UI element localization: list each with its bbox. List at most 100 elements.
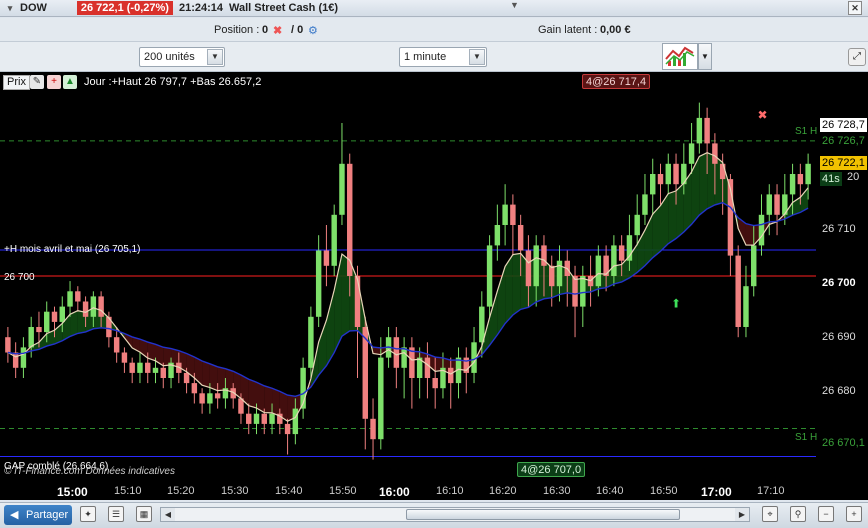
- candle: [308, 316, 314, 368]
- candle: [354, 276, 361, 327]
- share-label: Partager: [26, 509, 69, 521]
- zoom-fit-icon[interactable]: ⚲: [790, 506, 806, 522]
- candle: [199, 393, 205, 404]
- chart-type-icon: [665, 46, 695, 66]
- candle: [805, 163, 811, 185]
- candle: [207, 393, 213, 404]
- settings-gear-icon[interactable]: ⚙: [308, 24, 318, 37]
- time-tick: 17:00: [701, 485, 732, 499]
- candle: [253, 413, 260, 424]
- ema-band: [668, 190, 677, 244]
- candle: [673, 163, 679, 185]
- candle: [75, 291, 81, 302]
- gain-value: 0,00 €: [600, 24, 631, 36]
- zoom-in-icon[interactable]: +: [846, 506, 862, 522]
- drop-arrow-icon[interactable]: ▼: [510, 0, 519, 10]
- candle: [665, 163, 671, 185]
- candlestick-plot[interactable]: ✖⬆: [0, 72, 816, 480]
- chevron-down-icon[interactable]: ▼: [469, 49, 485, 65]
- candle: [611, 245, 617, 276]
- level-label: 26 700: [4, 272, 35, 283]
- up-arrow-icon[interactable]: ▲: [63, 75, 77, 89]
- table-icon[interactable]: ☰: [108, 506, 124, 522]
- grid-icon[interactable]: ▦: [136, 506, 152, 522]
- symbol-name[interactable]: DOW: [20, 2, 47, 14]
- ema-band: [217, 366, 226, 391]
- price-chart[interactable]: ✖ ⬆: [0, 72, 868, 480]
- candle: [393, 337, 400, 368]
- share-button[interactable]: ◀ Partager: [4, 505, 72, 525]
- candle: [634, 214, 640, 236]
- candle: [12, 352, 19, 368]
- candle: [766, 194, 772, 215]
- s1-top-label: S1 H: [795, 126, 818, 137]
- close-icon[interactable]: ✕: [848, 1, 862, 15]
- candle: [572, 276, 578, 307]
- ema-band: [248, 379, 257, 409]
- units-select[interactable]: 200 unités ▼: [139, 47, 225, 67]
- position-bar: Position : 0 ✖ / 0 ⚙ Gain latent : 0,00 …: [0, 18, 868, 42]
- time-tick: 16:00: [379, 485, 410, 499]
- ema-band: [70, 310, 78, 337]
- candle: [191, 383, 198, 394]
- candle: [751, 245, 757, 287]
- ema-slow-line: [7, 201, 809, 397]
- price-tick: 26 670,1: [820, 436, 867, 450]
- crop-icon[interactable]: ⌖: [762, 506, 778, 522]
- buy-order-tag[interactable]: 4@26 707,0: [517, 462, 586, 477]
- candle: [183, 372, 190, 384]
- ema-band: [272, 388, 280, 417]
- scroll-left-icon[interactable]: ◀: [161, 508, 175, 521]
- wrench-icon[interactable]: ✎: [30, 75, 44, 89]
- candle: [284, 423, 291, 435]
- time-tick: 16:50: [650, 485, 678, 497]
- add-red-icon[interactable]: +: [47, 75, 61, 89]
- chart-type-button[interactable]: [662, 43, 698, 70]
- interval-select[interactable]: 1 minute ▼: [399, 47, 487, 67]
- price-tick: 26 728,7: [820, 118, 867, 132]
- scroll-thumb[interactable]: [406, 509, 680, 520]
- ema-band: [745, 223, 754, 246]
- time-tick: 15:10: [114, 485, 142, 497]
- candle: [580, 276, 586, 307]
- prix-button[interactable]: Prix: [3, 75, 30, 90]
- time-tick: 15:50: [329, 485, 357, 497]
- candle: [160, 367, 166, 378]
- ema-band: [691, 156, 700, 225]
- collapse-chevron-icon[interactable]: ▾: [0, 3, 20, 14]
- position-value: 0: [262, 24, 269, 36]
- candle: [432, 378, 438, 389]
- horizontal-scrollbar[interactable]: ◀ ▶: [160, 507, 750, 522]
- time-tick: 15:30: [221, 485, 249, 497]
- candle: [152, 367, 159, 373]
- candle: [789, 174, 796, 195]
- zoom-out-icon[interactable]: −: [818, 506, 834, 522]
- candle: [479, 306, 485, 343]
- expand-icon[interactable]: ⤢: [848, 48, 866, 66]
- price-tick: 26 726,7: [820, 134, 867, 148]
- position-label: Position :: [214, 24, 260, 36]
- candle: [145, 362, 151, 373]
- candle: [618, 245, 625, 261]
- price-tick: 20: [847, 171, 860, 183]
- ema-band: [264, 385, 273, 413]
- price-tick: 26 700: [822, 277, 856, 289]
- chevron-down-icon[interactable]: ▼: [207, 49, 223, 65]
- chart-type-dropdown[interactable]: ▼: [698, 43, 712, 70]
- candle: [533, 245, 539, 287]
- candle: [214, 393, 221, 399]
- scroll-right-icon[interactable]: ▶: [735, 508, 749, 521]
- countdown-badge: 41s: [820, 172, 842, 186]
- candle: [525, 250, 532, 287]
- tools-icon[interactable]: ✦: [80, 506, 96, 522]
- price-tick: 26 690: [822, 331, 856, 343]
- time-tick: 16:30: [543, 485, 571, 497]
- sell-order-tag[interactable]: 4@26 717,4: [582, 74, 651, 89]
- gain-label: Gain latent :: [538, 24, 598, 36]
- candle: [657, 174, 664, 185]
- cancel-x-icon[interactable]: ✖: [273, 24, 282, 37]
- candle: [556, 260, 563, 287]
- position-total: / 0: [291, 24, 304, 36]
- candle: [486, 245, 493, 307]
- candle: [688, 143, 695, 164]
